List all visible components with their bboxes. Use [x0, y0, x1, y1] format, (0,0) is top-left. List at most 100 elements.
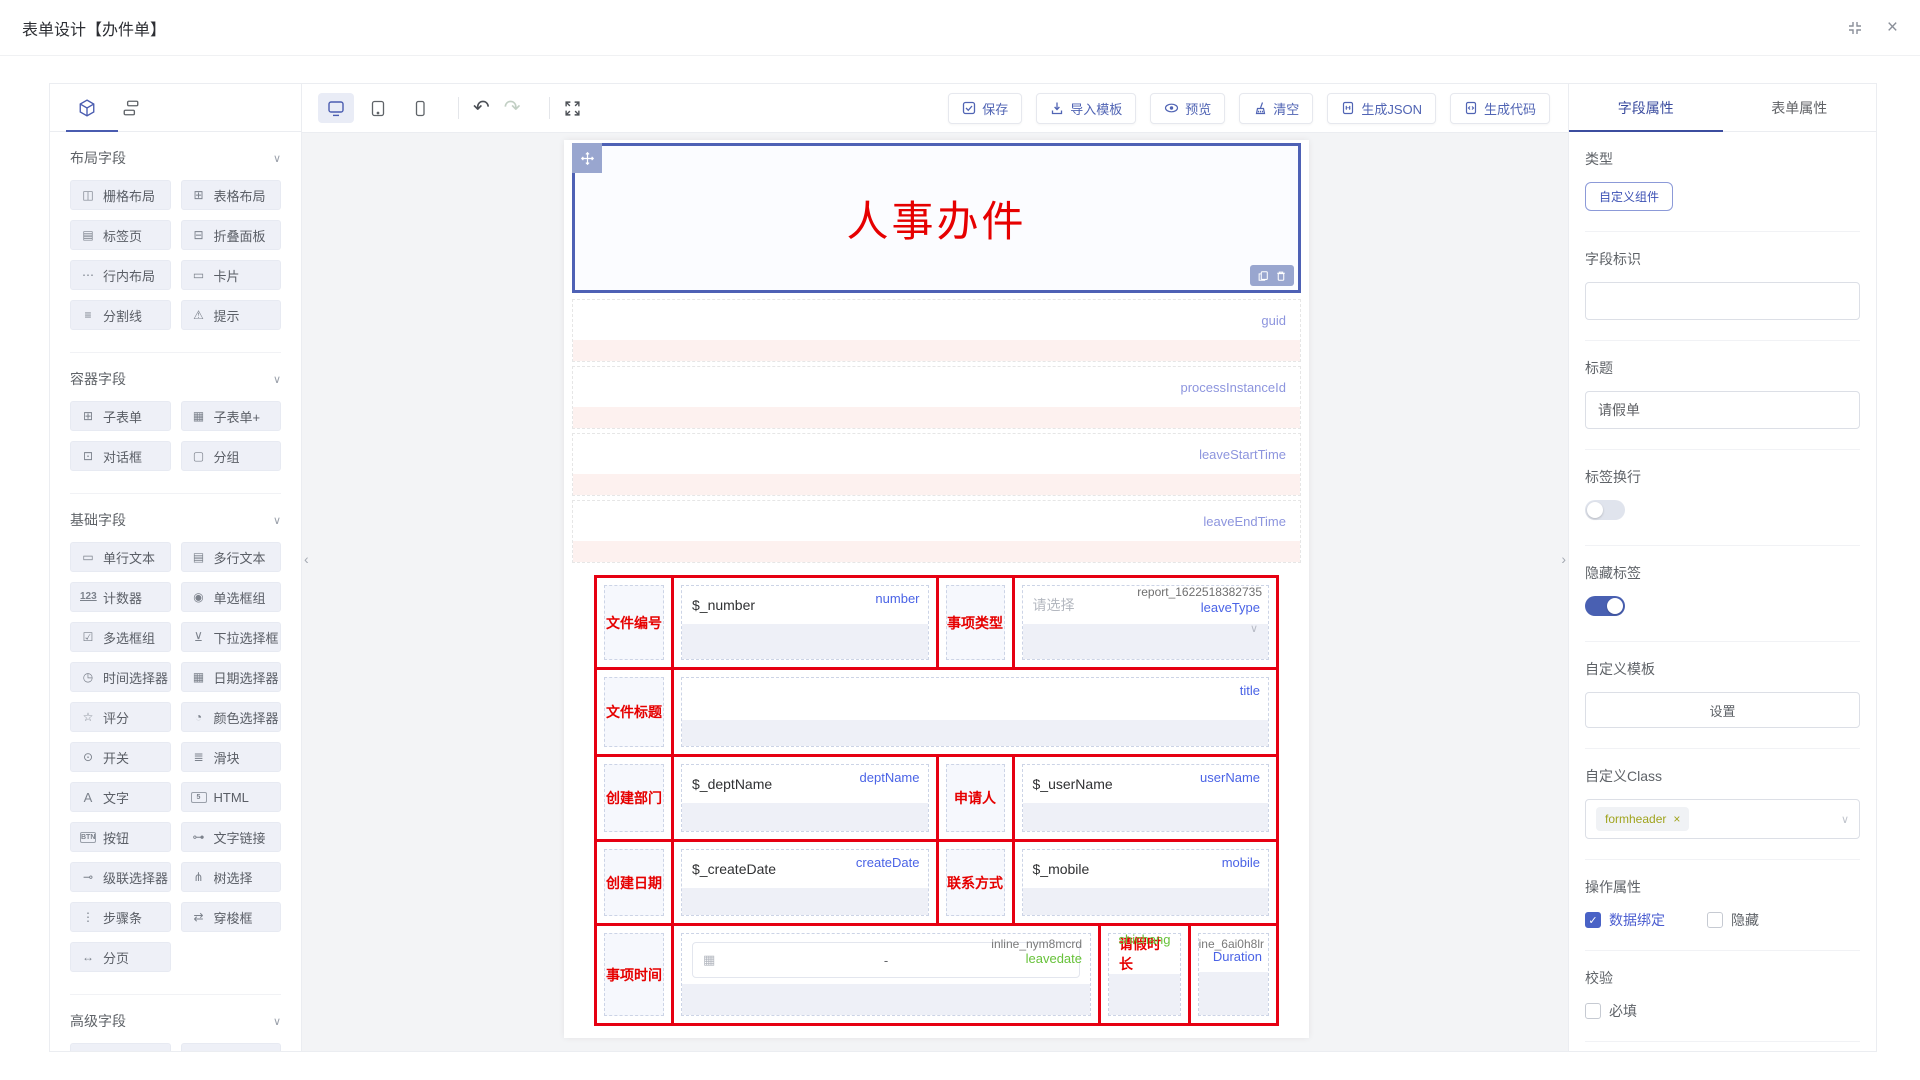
remove-tag-icon[interactable]: × — [1673, 812, 1680, 826]
compress-icon[interactable] — [1847, 20, 1863, 36]
close-icon[interactable]: × — [1887, 18, 1898, 37]
tab-outline[interactable] — [122, 99, 140, 117]
palette-item-subform[interactable]: ⊞子表单 — [70, 401, 171, 431]
redo-button[interactable]: ↷ — [504, 98, 521, 118]
palette-item-text[interactable]: A文字 — [70, 782, 171, 812]
import-template-button[interactable]: 导入模板 — [1036, 93, 1136, 124]
palette-item-divider[interactable]: ≡分割线 — [70, 300, 171, 330]
preview-button[interactable]: 预览 — [1150, 93, 1225, 124]
palette-item-pagination[interactable]: ↔分页 — [70, 942, 171, 972]
cell-contact-field[interactable]: $_mobilemobile — [1012, 842, 1277, 923]
section-header-advanced[interactable]: 高级字段 ∨ — [70, 1011, 281, 1031]
palette-item-collapse-panel[interactable]: ⊟折叠面板 — [181, 220, 282, 250]
type-tag[interactable]: 自定义组件 — [1585, 182, 1673, 211]
palette-item-rate[interactable]: ☆评分 — [70, 702, 171, 732]
cell-doc-number-field[interactable]: $_numbernumber — [671, 578, 936, 667]
cell-doc-title-label[interactable]: 文件标题 — [597, 670, 671, 754]
field-id-input[interactable] — [1585, 282, 1860, 320]
palette-item-text-link[interactable]: ⊶文字链接 — [181, 822, 282, 852]
palette-item-checkbox-group[interactable]: ☑多选框组 — [70, 622, 171, 652]
palette-item-radio-group[interactable]: ◉单选框组 — [181, 582, 282, 612]
selected-header-component[interactable]: 人事办件 — [572, 143, 1301, 293]
palette-item-switch[interactable]: ⊙开关 — [70, 742, 171, 772]
title-input[interactable] — [1585, 391, 1860, 429]
data-binding-checkbox[interactable]: ✓ 数据绑定 — [1585, 910, 1665, 930]
cell-applicant-label[interactable]: 申请人 — [936, 757, 1012, 839]
cell-matter-type-field[interactable]: report_1622518382735 请选择leaveType ∨ — [1012, 578, 1277, 667]
hidden-field-guid[interactable]: guid — [572, 299, 1301, 362]
device-mobile-button[interactable] — [402, 93, 438, 123]
palette-item-counter[interactable]: 123计数器 — [70, 582, 171, 612]
cell-duration-field[interactable]: ine_6ai0h8lr Duration — [1188, 926, 1276, 1023]
cell-duration-label[interactable]: shichang 请假时长 — [1098, 926, 1188, 1023]
tab-form-properties[interactable]: 表单属性 — [1723, 84, 1877, 131]
hidden-checkbox[interactable]: 隐藏 — [1707, 910, 1759, 930]
palette-item-dialog[interactable]: ⊡对话框 — [70, 441, 171, 471]
hidden-field-leave-start-time[interactable]: leaveStartTime — [572, 433, 1301, 496]
palette-item-group[interactable]: ▢分组 — [181, 441, 282, 471]
clear-button[interactable]: 清空 — [1239, 93, 1313, 124]
palette-item-grid-layout[interactable]: ◫栅格布局 — [70, 180, 171, 210]
move-handle[interactable] — [572, 143, 602, 173]
cell-matter-time-label[interactable]: 事项时间 — [597, 926, 671, 1023]
palette-item-slider[interactable]: ≣滑块 — [181, 742, 282, 772]
palette-item-custom-component[interactable]: ◈自定义组件 — [181, 1043, 282, 1051]
cell-dept-field[interactable]: $_deptNamedeptName — [671, 757, 936, 839]
palette-item-subform-plus[interactable]: ▦子表单+ — [181, 401, 282, 431]
generate-code-button[interactable]: 生成代码 — [1450, 93, 1550, 124]
cell-matter-type-label[interactable]: 事项类型 — [936, 578, 1012, 667]
cell-contact-label[interactable]: 联系方式 — [936, 842, 1012, 923]
palette-item-select[interactable]: ⊻下拉选择框 — [181, 622, 282, 652]
section-header-layout[interactable]: 布局字段 ∨ — [70, 148, 281, 168]
palette-item-transfer[interactable]: ⇄穿梭框 — [181, 902, 282, 932]
tab-components[interactable] — [78, 99, 96, 117]
palette-item-inline-layout[interactable]: ⋯行内布局 — [70, 260, 171, 290]
cell-create-date-field[interactable]: $_createDatecreateDate — [671, 842, 936, 923]
copy-component-button[interactable] — [1257, 270, 1269, 282]
tab-field-properties[interactable]: 字段属性 — [1569, 84, 1723, 131]
collapse-left-handle[interactable]: ‹ — [304, 551, 309, 567]
device-tablet-button[interactable] — [360, 93, 396, 123]
section-header-basic[interactable]: 基础字段 ∨ — [70, 510, 281, 530]
hide-label-toggle[interactable] — [1585, 596, 1625, 616]
palette-item-table-layout[interactable]: ⊞表格布局 — [181, 180, 282, 210]
section-header-container[interactable]: 容器字段 ∨ — [70, 369, 281, 389]
palette-item-tree-select[interactable]: ⋔树选择 — [181, 862, 282, 892]
generate-json-button[interactable]: 生成JSON — [1327, 93, 1436, 124]
palette-item-custom-area[interactable]: ▣自定义区域 — [70, 1043, 171, 1051]
palette-item-date-picker[interactable]: ▦日期选择器 — [181, 662, 282, 692]
label-wrap-toggle[interactable] — [1585, 500, 1625, 520]
cell-doc-number-label[interactable]: 文件编号 — [597, 578, 671, 667]
checkbox-icon — [1585, 1003, 1601, 1019]
custom-template-label: 自定义模板 — [1585, 659, 1860, 679]
fullscreen-button[interactable] — [564, 100, 581, 117]
palette-item-html[interactable]: 5HTML — [181, 782, 282, 812]
hidden-field-leave-end-time[interactable]: leaveEndTime — [572, 500, 1301, 563]
hidden-field-process-instance-id[interactable]: processInstanceId — [572, 366, 1301, 429]
cell-dept-label[interactable]: 创建部门 — [597, 757, 671, 839]
palette-item-alert[interactable]: ⚠提示 — [181, 300, 282, 330]
palette-item-time-picker[interactable]: ◷时间选择器 — [70, 662, 171, 692]
cell-create-date-label[interactable]: 创建日期 — [597, 842, 671, 923]
device-desktop-button[interactable] — [318, 93, 354, 123]
design-canvas[interactable]: ‹ › 人事办件 — [302, 133, 1568, 1051]
palette-item-steps[interactable]: ⋮步骤条 — [70, 902, 171, 932]
cell-applicant-field[interactable]: $_userNameuserName — [1012, 757, 1277, 839]
undo-button[interactable]: ↶ — [473, 98, 490, 118]
palette-item-color-picker[interactable]: ◔颜色选择器 — [181, 702, 282, 732]
palette-item-multi-line-text[interactable]: ▤多行文本 — [181, 542, 282, 572]
cell-doc-title-field[interactable]: title — [671, 670, 1276, 754]
settings-button[interactable]: 设置 — [1585, 692, 1860, 728]
collapse-right-handle[interactable]: › — [1561, 551, 1566, 567]
delete-component-button[interactable] — [1275, 270, 1287, 282]
cell-matter-time-field[interactable]: inline_nym8mcrd leavedate ▦ - — [671, 926, 1098, 1023]
palette-item-card[interactable]: ▭卡片 — [181, 260, 282, 290]
bind-label: createDate — [856, 855, 920, 870]
palette-item-single-line-text[interactable]: ▭单行文本 — [70, 542, 171, 572]
required-checkbox[interactable]: 必填 — [1585, 1001, 1860, 1021]
palette-item-cascader[interactable]: ⊸级联选择器 — [70, 862, 171, 892]
palette-item-button[interactable]: BTN按钮 — [70, 822, 171, 852]
custom-class-select[interactable]: formheader × ∨ — [1585, 799, 1860, 839]
palette-item-tabs[interactable]: ▤标签页 — [70, 220, 171, 250]
save-button[interactable]: 保存 — [948, 93, 1022, 124]
